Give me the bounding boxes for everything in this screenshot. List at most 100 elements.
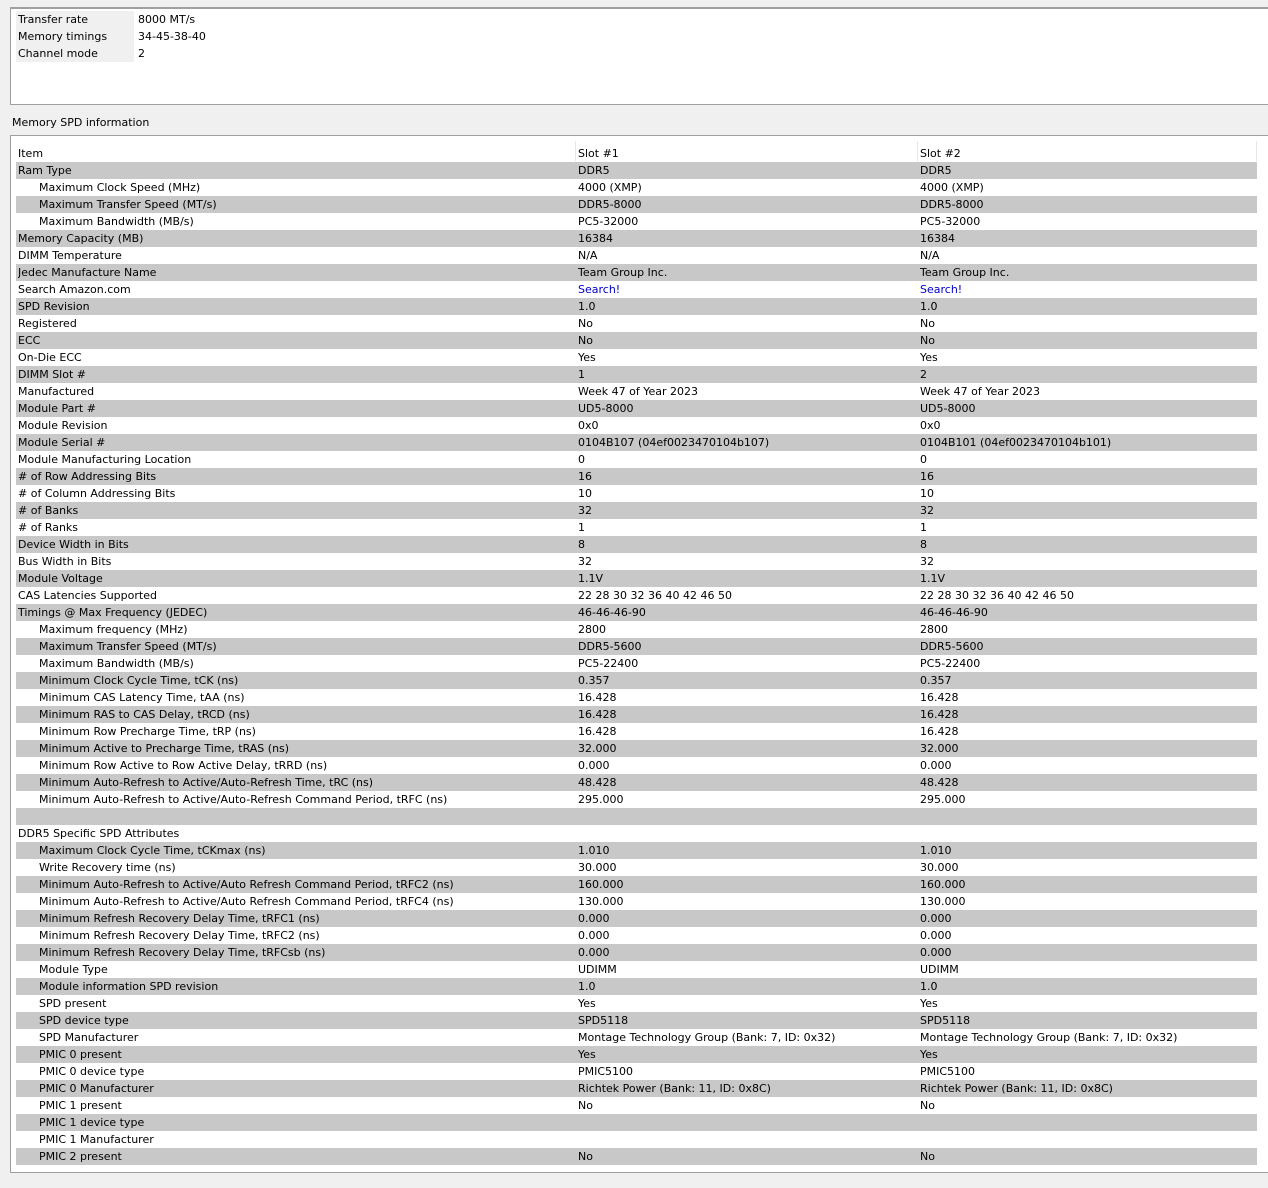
slot-1-cell: 46-46-46-90 xyxy=(578,606,646,619)
item-cell: Memory Capacity (MB) xyxy=(18,232,144,245)
table-row[interactable]: Maximum Clock Cycle Time, tCKmax (ns) 1.0… xyxy=(16,842,1257,859)
table-row[interactable]: Maximum Bandwidth (MB/s) PC5-32000 PC5-320… xyxy=(16,213,1257,230)
table-row[interactable]: PMIC 2 present No No xyxy=(16,1148,1257,1165)
slot-1-cell: Yes xyxy=(578,997,596,1010)
table-row[interactable]: SPD Revision 1.0 1.0 xyxy=(16,298,1257,315)
item-cell: DIMM Temperature xyxy=(18,249,122,262)
table-row[interactable]: Module Manufacturing Location 0 0 xyxy=(16,451,1257,468)
table-row[interactable]: SPD Manufacturer Montage Technology Group… xyxy=(16,1029,1257,1046)
table-row[interactable]: Registered No No xyxy=(16,315,1257,332)
slot-2-cell: 46-46-46-90 xyxy=(920,606,988,619)
table-row[interactable]: Bus Width in Bits 32 32 xyxy=(16,553,1257,570)
item-cell: DIMM Slot # xyxy=(18,368,86,381)
table-row[interactable]: Minimum RAS to CAS Delay, tRCD (ns) 16.42… xyxy=(16,706,1257,723)
slot-2-cell: No xyxy=(920,334,935,347)
table-row[interactable]: Module Serial # 0104B107 (04ef0023470104b… xyxy=(16,434,1257,451)
table-row[interactable]: Maximum Transfer Speed (MT/s) DDR5-5600 DD… xyxy=(16,638,1257,655)
table-row[interactable]: Minimum Clock Cycle Time, tCK (ns) 0.357 0… xyxy=(16,672,1257,689)
table-row[interactable]: PMIC 1 present No No xyxy=(16,1097,1257,1114)
table-row[interactable]: Ram Type DDR5 DDR5 xyxy=(16,162,1257,179)
table-row[interactable]: CAS Latencies Supported 22 28 30 32 36 40… xyxy=(16,587,1257,604)
column-header-slot-2[interactable]: Slot #2 xyxy=(918,141,1257,161)
table-row[interactable]: Minimum Refresh Recovery Delay Time, tRF… xyxy=(16,944,1257,961)
table-row[interactable]: DDR5 Specific SPD Attributes xyxy=(16,825,1257,842)
table-row[interactable]: Minimum Row Active to Row Active Delay, … xyxy=(16,757,1257,774)
table-row[interactable]: Minimum Auto-Refresh to Active/Auto Refr… xyxy=(16,876,1257,893)
slot-2-cell: 1.1V xyxy=(920,572,946,585)
table-row[interactable]: # of Column Addressing Bits 10 10 xyxy=(16,485,1257,502)
table-row[interactable]: # of Ranks 1 1 xyxy=(16,519,1257,536)
slot-2-cell: 0x0 xyxy=(920,419,941,432)
table-row[interactable]: Minimum Row Precharge Time, tRP (ns) 16.4… xyxy=(16,723,1257,740)
table-row[interactable]: On-Die ECC Yes Yes xyxy=(16,349,1257,366)
table-row[interactable]: PMIC 1 device type xyxy=(16,1114,1257,1131)
item-cell: PMIC 0 Manufacturer xyxy=(39,1082,154,1095)
slot-2-cell: 1.010 xyxy=(920,844,952,857)
item-cell: Minimum Auto-Refresh to Active/Auto-Refr… xyxy=(39,776,374,789)
slot-2-cell: 16384 xyxy=(920,232,955,245)
slot-2-cell: 32 xyxy=(920,504,934,517)
slot-1-cell: 10 xyxy=(578,487,592,500)
table-row[interactable]: SPD present Yes Yes xyxy=(16,995,1257,1012)
table-row[interactable]: Timings @ Max Frequency (JEDEC) 46-46-46-… xyxy=(16,604,1257,621)
table-row[interactable]: Minimum Active to Precharge Time, tRAS (… xyxy=(16,740,1257,757)
table-row[interactable]: Minimum Refresh Recovery Delay Time, tRF… xyxy=(16,910,1257,927)
table-row[interactable]: Memory Capacity (MB) 16384 16384 xyxy=(16,230,1257,247)
column-header-slot-1[interactable]: Slot #1 xyxy=(576,141,918,161)
table-row[interactable]: PMIC 0 Manufacturer Richtek Power (Bank: … xyxy=(16,1080,1257,1097)
item-cell: Minimum CAS Latency Time, tAA (ns) xyxy=(39,691,245,704)
slot-2-cell: 160.000 xyxy=(920,878,966,891)
table-row[interactable]: DIMM Temperature N/A N/A xyxy=(16,247,1257,264)
table-row[interactable]: Module Revision 0x0 0x0 xyxy=(16,417,1257,434)
table-row[interactable]: Manufactured Week 47 of Year 2023 Week 47 … xyxy=(16,383,1257,400)
table-row[interactable]: Maximum Bandwidth (MB/s) PC5-22400 PC5-224… xyxy=(16,655,1257,672)
table-row[interactable]: Maximum Clock Speed (MHz) 4000 (XMP) 4000 … xyxy=(16,179,1257,196)
slot-2-cell xyxy=(920,1114,1254,1131)
slot-1-cell: 160.000 xyxy=(578,878,624,891)
table-row[interactable]: Search Amazon.com Search! Search! xyxy=(16,281,1257,298)
table-row[interactable]: Module information SPD revision 1.0 1.0 xyxy=(16,978,1257,995)
slot-1-cell: DDR5 xyxy=(578,164,610,177)
column-header-item[interactable]: Item xyxy=(16,141,576,161)
table-row[interactable]: PMIC 0 device type PMIC5100 PMIC5100 xyxy=(16,1063,1257,1080)
table-row[interactable]: PMIC 1 Manufacturer xyxy=(16,1131,1257,1148)
slot-2-cell: Team Group Inc. xyxy=(920,266,1010,279)
item-cell: Search Amazon.com xyxy=(18,283,131,296)
item-cell: DDR5 Specific SPD Attributes xyxy=(18,827,180,840)
table-row[interactable]: Device Width in Bits 8 8 xyxy=(16,536,1257,553)
table-row[interactable]: Maximum Transfer Speed (MT/s) DDR5-8000 DD… xyxy=(16,196,1257,213)
slot-2-cell: DDR5-5600 xyxy=(920,640,984,653)
table-row[interactable]: ECC No No xyxy=(16,332,1257,349)
slot-2-cell: 22 28 30 32 36 40 42 46 50 xyxy=(920,589,1074,602)
table-row[interactable]: DIMM Slot # 1 2 xyxy=(16,366,1257,383)
table-row[interactable]: Module Voltage 1.1V 1.1V xyxy=(16,570,1257,587)
table-row[interactable] xyxy=(16,808,1257,825)
slot-1-cell: Week 47 of Year 2023 xyxy=(578,385,699,398)
table-row[interactable]: Write Recovery time (ns) 30.000 30.000 xyxy=(16,859,1257,876)
search-link-slot-2[interactable]: Search! xyxy=(920,281,1254,298)
table-row[interactable]: Minimum Auto-Refresh to Active/Auto Refr… xyxy=(16,893,1257,910)
table-row[interactable]: Jedec Manufacture Name Team Group Inc. Tea… xyxy=(16,264,1257,281)
summary-label: Memory timings xyxy=(16,28,134,45)
slot-2-cell xyxy=(920,808,1254,825)
table-row[interactable]: Minimum Auto-Refresh to Active/Auto-Refr… xyxy=(16,791,1257,808)
item-cell: Minimum Row Precharge Time, tRP (ns) xyxy=(39,725,256,738)
slot-1-cell: Montage Technology Group (Bank: 7, ID: 0… xyxy=(578,1031,836,1044)
item-cell: PMIC 1 present xyxy=(39,1099,122,1112)
table-row[interactable]: Module Type UDIMM UDIMM xyxy=(16,961,1257,978)
table-row[interactable]: Minimum CAS Latency Time, tAA (ns) 16.428… xyxy=(16,689,1257,706)
table-row[interactable]: Maximum frequency (MHz) 2800 2800 xyxy=(16,621,1257,638)
table-row[interactable]: # of Banks 32 32 xyxy=(16,502,1257,519)
spd-list-view[interactable]: Item Slot #1 Slot #2 Ram Type DDR5 DDR5 Max… xyxy=(10,135,1268,1173)
item-cell: SPD Manufacturer xyxy=(39,1031,139,1044)
table-row[interactable]: PMIC 0 present Yes Yes xyxy=(16,1046,1257,1063)
table-row[interactable]: SPD device type SPD5118 SPD5118 xyxy=(16,1012,1257,1029)
table-row[interactable]: Minimum Auto-Refresh to Active/Auto-Refr… xyxy=(16,774,1257,791)
table-row[interactable]: Module Part # UD5-8000 UD5-8000 xyxy=(16,400,1257,417)
slot-1-cell: 1.010 xyxy=(578,844,610,857)
search-link-slot-1[interactable]: Search! xyxy=(578,281,912,298)
slot-2-cell: UDIMM xyxy=(920,963,959,976)
table-row[interactable]: Minimum Refresh Recovery Delay Time, tRF… xyxy=(16,927,1257,944)
slot-2-cell: No xyxy=(920,1099,935,1112)
table-row[interactable]: # of Row Addressing Bits 16 16 xyxy=(16,468,1257,485)
